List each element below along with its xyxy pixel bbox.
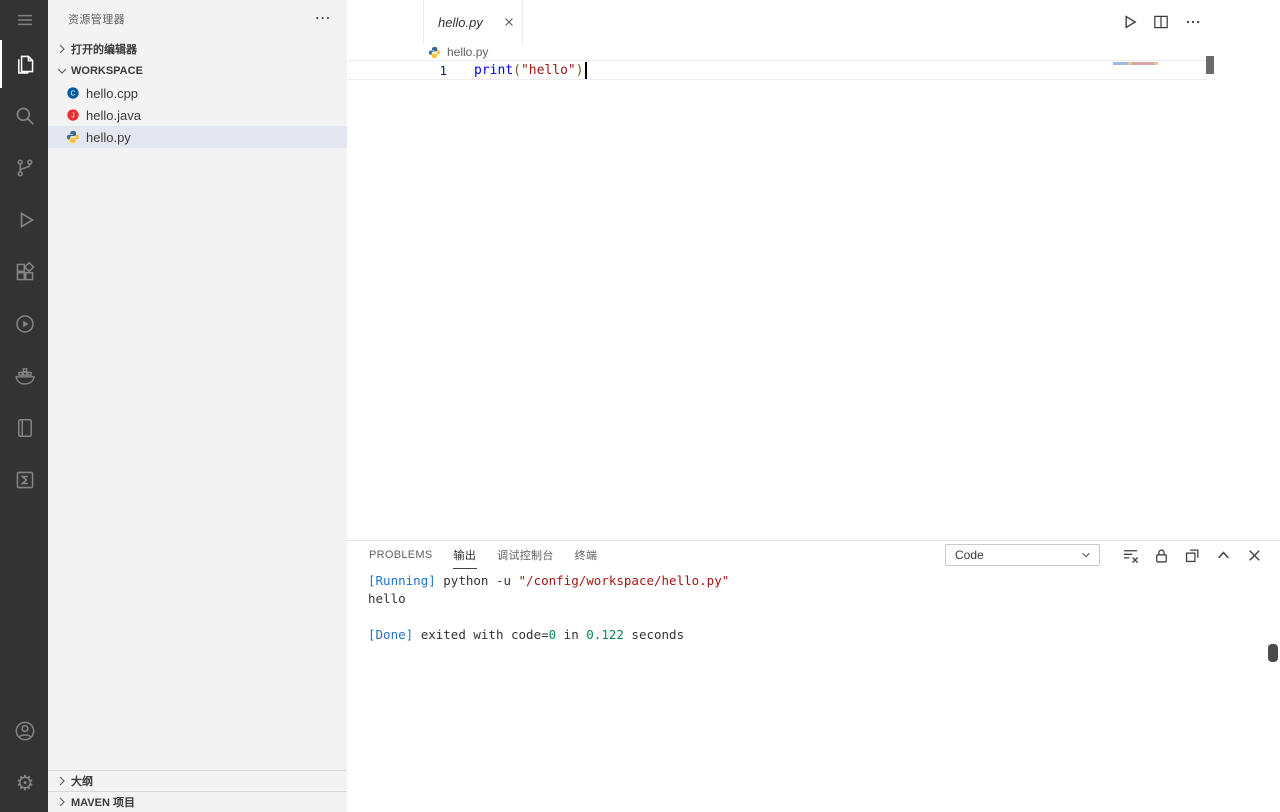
output-segment: "/config/workspace/hello.py" <box>518 573 730 588</box>
vscode-window: ⚙ 资源管理器 ⋯ 打开的编辑器 WORKSPACE C hello.cpp J… <box>0 0 1280 812</box>
math-icon[interactable] <box>0 456 48 504</box>
panel-tab-bar: PROBLEMS 输出 调试控制台 终端 Code <box>347 541 1280 569</box>
svg-text:C: C <box>70 91 75 98</box>
chevron-right-icon <box>59 797 65 807</box>
docker-icon[interactable] <box>0 352 48 400</box>
more-actions-icon[interactable] <box>1184 13 1202 31</box>
code-token: ( <box>513 62 521 78</box>
clear-output-icon[interactable] <box>1121 546 1140 565</box>
panel-actions <box>1121 541 1264 569</box>
java-file-icon: J <box>67 109 79 121</box>
bottom-panel: PROBLEMS 输出 调试控制台 终端 Code [Running] pyth… <box>347 540 1280 812</box>
chevron-down-icon <box>1079 548 1093 562</box>
output-channel-select[interactable]: Code <box>945 544 1100 566</box>
code-token: print <box>474 62 514 78</box>
output-segment: [Done] <box>368 627 421 642</box>
open-in-editor-icon[interactable] <box>1183 546 1202 565</box>
output-line: [Running] python -u "/config/workspace/h… <box>368 572 1280 590</box>
sidebar-header: 资源管理器 ⋯ <box>48 0 347 38</box>
breadcrumb-item[interactable]: hello.py <box>447 45 488 59</box>
lock-icon[interactable] <box>1152 546 1171 565</box>
activity-bar-top <box>0 40 48 504</box>
section-open-editors[interactable]: 打开的编辑器 <box>48 38 347 60</box>
file-row-hello-py[interactable]: hello.py <box>48 126 347 148</box>
file-row-hello-java[interactable]: J hello.java <box>48 104 347 126</box>
tab-label: hello.py <box>438 14 483 30</box>
output-segment: [Running] <box>368 573 444 588</box>
output-segment: hello <box>368 591 406 606</box>
output-segment: seconds <box>623 627 685 642</box>
code-text: print("hello") <box>474 61 587 79</box>
chevron-down-icon <box>57 68 67 74</box>
output-channel-value: Code <box>955 548 984 562</box>
tab-output[interactable]: 输出 <box>452 542 478 569</box>
maximize-panel-icon[interactable] <box>1214 546 1233 565</box>
close-panel-icon[interactable] <box>1245 546 1264 565</box>
line-number: 1 <box>439 62 447 78</box>
account-icon[interactable] <box>0 707 48 755</box>
tab-hello-py[interactable]: hello.py <box>423 0 523 44</box>
output-line: [Done] exited with code=0 in 0.122 secon… <box>368 626 1280 644</box>
tab-terminal[interactable]: 终端 <box>574 542 599 569</box>
text-cursor <box>584 61 587 79</box>
sidebar-bottom-sections: 大纲 MAVEN 项目 <box>48 770 347 812</box>
editor-region: hello.py hello.py 1 print ("hello") <box>347 0 1280 540</box>
section-label: 打开的编辑器 <box>71 44 137 56</box>
breadcrumb: hello.py <box>347 44 1280 60</box>
notebook-icon[interactable] <box>0 404 48 452</box>
file-name: hello.java <box>86 107 141 123</box>
minimap <box>1113 62 1158 65</box>
split-editor-icon[interactable] <box>1152 13 1170 31</box>
run-circle-icon[interactable] <box>0 300 48 348</box>
editor-scrollbar-thumb[interactable] <box>1206 56 1214 74</box>
tab-problems[interactable]: PROBLEMS <box>368 544 434 567</box>
panel-scrollbar-thumb[interactable] <box>1268 644 1278 662</box>
section-label: MAVEN 项目 <box>71 797 135 809</box>
code-token: "hello" <box>520 62 576 78</box>
editor-tab-bar: hello.py <box>347 0 1280 44</box>
section-maven[interactable]: MAVEN 项目 <box>48 791 347 812</box>
python-file-icon <box>428 46 441 58</box>
sidebar-title: 资源管理器 <box>68 14 125 26</box>
output-segment: exited with code= <box>420 627 549 642</box>
run-icon[interactable] <box>1120 13 1138 31</box>
close-icon[interactable] <box>502 15 516 29</box>
explorer-icon[interactable] <box>0 40 48 88</box>
source-control-icon[interactable] <box>0 144 48 192</box>
section-outline[interactable]: 大纲 <box>48 770 347 791</box>
search-icon[interactable] <box>0 92 48 140</box>
settings-gear-icon[interactable]: ⚙ <box>0 759 48 807</box>
tab-debug-console[interactable]: 调试控制台 <box>496 542 555 569</box>
activity-bar-bottom: ⚙ <box>0 707 48 812</box>
run-debug-icon[interactable] <box>0 196 48 244</box>
explorer-sidebar: 资源管理器 ⋯ 打开的编辑器 WORKSPACE C hello.cpp J h… <box>48 0 347 812</box>
python-file-icon <box>66 131 80 143</box>
chevron-right-icon <box>59 44 65 54</box>
section-label: 大纲 <box>71 776 93 788</box>
code-token: ) <box>575 62 584 78</box>
activity-bar: ⚙ <box>0 0 48 812</box>
section-workspace[interactable]: WORKSPACE <box>48 60 347 82</box>
output-line: hello <box>368 590 1280 608</box>
more-actions-icon[interactable]: ⋯ <box>315 11 331 27</box>
file-name: hello.py <box>86 129 131 145</box>
output-line-blank <box>368 608 1280 626</box>
file-row-hello-cpp[interactable]: C hello.cpp <box>48 82 347 104</box>
menu-icon[interactable] <box>0 0 48 40</box>
extensions-icon[interactable] <box>0 248 48 296</box>
output-segment: 0.122 <box>586 627 624 642</box>
code-line-1: 1 print("hello") <box>347 60 1207 80</box>
cpp-file-icon: C <box>67 87 79 99</box>
output-console[interactable]: [Running] python -u "/config/workspace/h… <box>347 569 1280 644</box>
svg-text:J: J <box>71 113 75 120</box>
chevron-right-icon <box>59 776 65 786</box>
editor-actions <box>1120 0 1202 44</box>
file-name: hello.cpp <box>86 85 139 101</box>
output-segment: in <box>556 627 587 642</box>
output-segment: python -u <box>443 573 519 588</box>
section-label: WORKSPACE <box>71 65 143 77</box>
